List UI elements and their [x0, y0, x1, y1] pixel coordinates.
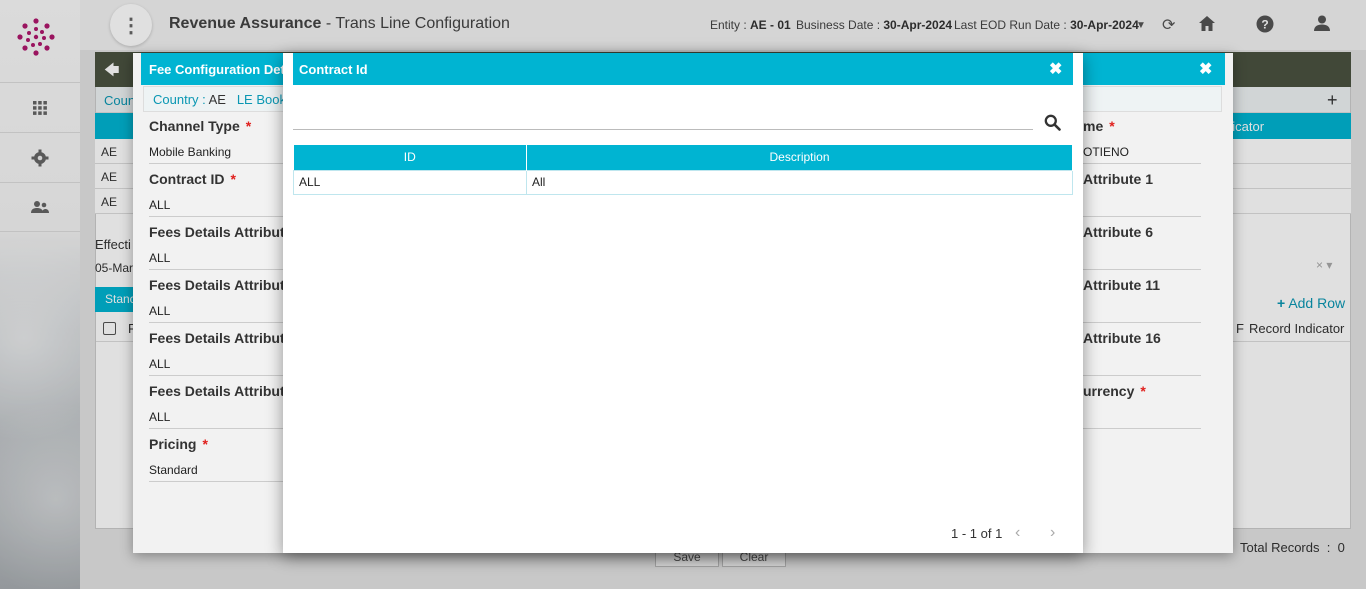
field-underline — [149, 375, 283, 376]
required-marker: * — [245, 118, 252, 134]
field-label: urrency * — [1083, 383, 1146, 399]
field-label-text: Fees Details Attribute — [149, 277, 293, 293]
field-underline — [149, 481, 283, 482]
field-underline — [1083, 163, 1201, 164]
field-label-text: Fees Details Attribute — [149, 383, 293, 399]
field-underline — [149, 163, 283, 164]
contract-modal-title: Contract Id — [293, 53, 1073, 85]
country-label: Country : — [153, 92, 209, 107]
field-underline — [149, 216, 283, 217]
search-icon[interactable] — [1044, 114, 1061, 131]
field-label: Fees Details Attribute — [149, 224, 292, 240]
field-value[interactable]: ALL — [149, 198, 170, 212]
field-label-text: Attribute 6 — [1083, 224, 1153, 240]
field-label: Fees Details Attribute — [149, 330, 292, 346]
contract-modal-close-icon[interactable]: ✖ — [1049, 59, 1062, 79]
field-underline — [149, 428, 283, 429]
field-label: Attribute 1 — [1083, 171, 1153, 187]
pagination-info: 1 - 1 of 1 — [951, 526, 1003, 541]
required-marker: * — [1109, 118, 1115, 134]
field-underline — [1083, 375, 1201, 376]
required-marker: * — [202, 436, 208, 452]
column-header-id[interactable]: ID — [293, 145, 527, 170]
field-value[interactable]: Standard — [149, 463, 198, 477]
field-underline — [1083, 216, 1201, 217]
field-label: Channel Type * — [149, 118, 251, 134]
field-label-text: me — [1083, 118, 1104, 134]
field-value[interactable]: ALL — [149, 357, 170, 371]
required-marker: * — [1140, 383, 1146, 399]
field-label: Attribute 11 — [1083, 277, 1160, 293]
field-value[interactable]: OTIENO — [1083, 145, 1129, 159]
field-label-text: Fees Details Attribute — [149, 330, 293, 346]
field-label-text: urrency — [1083, 383, 1135, 399]
field-value[interactable]: ALL — [149, 304, 170, 318]
field-label-text: Attribute 1 — [1083, 171, 1153, 187]
field-label: me * — [1083, 118, 1115, 134]
field-label: Contract ID * — [149, 171, 236, 187]
field-label-text: Attribute 11 — [1083, 277, 1161, 293]
field-label-text: Channel Type — [149, 118, 240, 134]
field-underline — [1083, 428, 1201, 429]
column-header-description[interactable]: Description — [526, 145, 1073, 170]
contract-id-cell[interactable]: ALL — [293, 169, 527, 195]
field-label: Attribute 6 — [1083, 224, 1153, 240]
field-label: Fees Details Attribute — [149, 383, 292, 399]
field-label-text: Contract ID — [149, 171, 225, 187]
contract-description-cell[interactable]: All — [526, 169, 1073, 195]
field-value[interactable]: Mobile Banking — [149, 145, 231, 159]
field-label: Attribute 16 — [1083, 330, 1161, 346]
required-marker: * — [230, 171, 236, 187]
contract-table: ID Description ALL All — [293, 145, 1073, 195]
field-label: Pricing * — [149, 436, 208, 452]
field-label: Fees Details Attribute — [149, 277, 292, 293]
field-underline — [149, 322, 283, 323]
country-value: AE — [208, 92, 226, 107]
table-row[interactable]: ALL All — [293, 169, 1073, 195]
field-underline — [1083, 322, 1201, 323]
prev-page-icon[interactable]: ‹ — [1015, 524, 1020, 542]
field-underline — [149, 269, 283, 270]
field-underline — [1083, 269, 1201, 270]
field-value[interactable]: ALL — [149, 251, 170, 265]
field-value[interactable]: ALL — [149, 410, 170, 424]
field-label-text: Fees Details Attribute — [149, 224, 293, 240]
fee-modal-close-icon[interactable]: ✖ — [1199, 59, 1212, 79]
field-label-text: Pricing — [149, 436, 197, 452]
contract-search-input[interactable] — [293, 112, 1033, 130]
field-label-text: Attribute 16 — [1083, 330, 1161, 346]
next-page-icon[interactable]: › — [1050, 524, 1055, 542]
